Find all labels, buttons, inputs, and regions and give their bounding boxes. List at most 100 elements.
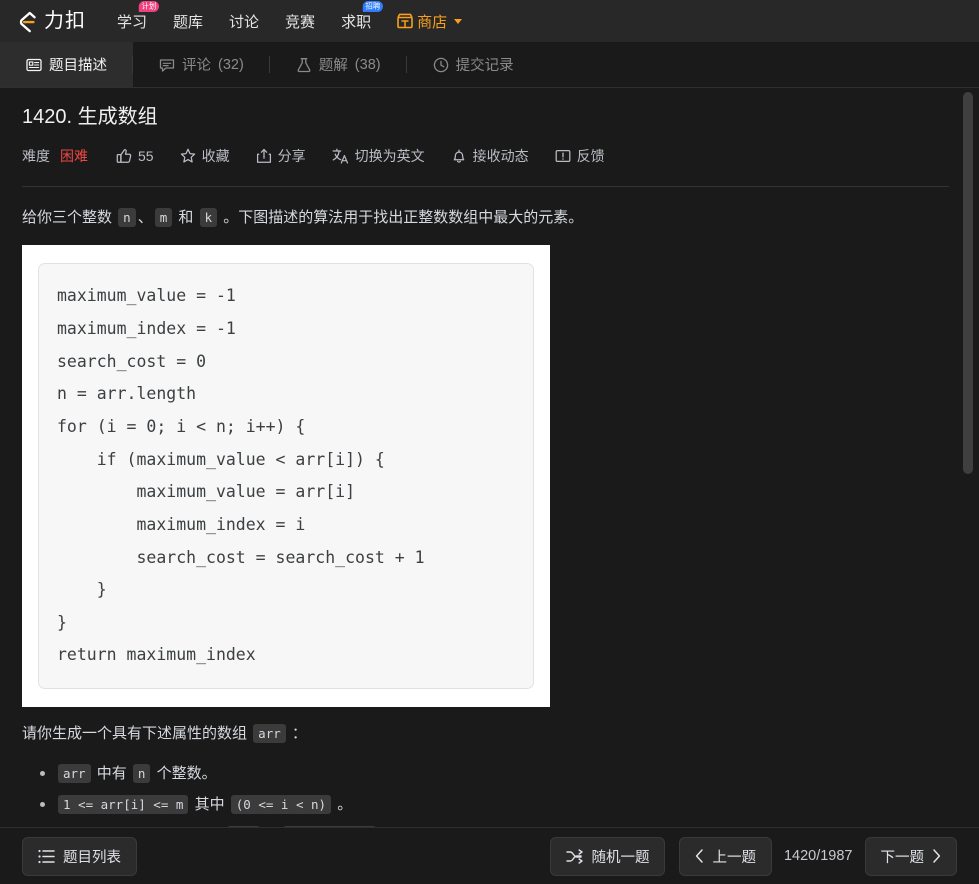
description-icon: [26, 57, 42, 73]
feedback-label: 反馈: [576, 148, 605, 164]
share-label: 分享: [277, 148, 306, 164]
array-properties-list: arr 中有 n 个整数。 1 <= arr[i] <= m 其中 (0 <= …: [22, 761, 949, 827]
nav-item-discuss[interactable]: 讨论: [216, 0, 272, 42]
site-logo-text: 力扣: [44, 10, 86, 32]
problem-content-scroll-area[interactable]: 1420. 生成数组 难度 困难 55 收藏 分享 切换为英文 接收动态 反馈 …: [0, 88, 979, 827]
translate-label: 切换为英文: [354, 148, 425, 164]
subscribe-button[interactable]: 接收动态: [451, 146, 529, 166]
top-navigation-bar: 力扣 学习 计划 题库 讨论 竞赛 求职 招聘 商店: [0, 0, 979, 42]
chevron-left-icon: [695, 849, 704, 863]
inline-code-n: n: [118, 208, 136, 227]
leetcode-logo-icon: [14, 9, 39, 34]
nav-item-store[interactable]: 商店: [384, 0, 475, 42]
problem-meta-row: 难度 困难 55 收藏 分享 切换为英文 接收动态 反馈: [22, 146, 949, 166]
prev-problem-label: 上一题: [712, 849, 756, 866]
comment-icon: [159, 57, 175, 73]
nav-badge-hiring: 招聘: [362, 1, 384, 13]
algorithm-code-card: maximum_value = -1 maximum_index = -1 se…: [38, 263, 534, 690]
section-divider: [22, 186, 949, 187]
random-problem-label: 随机一题: [591, 849, 650, 866]
chevron-right-icon: [932, 849, 941, 863]
algorithm-figure: maximum_value = -1 maximum_index = -1 se…: [22, 245, 550, 708]
list-item: 1 <= arr[i] <= m 其中 (0 <= i < n) 。: [40, 792, 949, 818]
after-suffix: ：: [287, 725, 307, 743]
problem-content: 1420. 生成数组 难度 困难 55 收藏 分享 切换为英文 接收动态 反馈 …: [0, 88, 979, 827]
intro-suffix: 。下图描述的算法用于找出正整数数组中最大的元素。: [219, 209, 584, 226]
random-problem-button[interactable]: 随机一题: [550, 836, 666, 876]
tab-comments[interactable]: 评论 (32): [133, 42, 270, 87]
list-icon: [38, 849, 55, 864]
nav-item-problems-label: 题库: [173, 13, 204, 31]
nav-item-store-label: 商店: [417, 13, 448, 31]
tab-description-label: 题目描述: [49, 58, 107, 74]
array-properties-intro: 请你生成一个具有下述属性的数组 arr ：: [22, 721, 949, 747]
prev-problem-button[interactable]: 上一题: [679, 836, 772, 876]
difficulty-value: 困难: [60, 148, 88, 164]
page-title: 1420. 生成数组: [22, 106, 158, 128]
store-icon: [397, 13, 413, 29]
clock-icon: [433, 57, 449, 73]
feedback-button[interactable]: 反馈: [555, 146, 605, 166]
bullet-text: 。: [333, 796, 353, 814]
translate-button[interactable]: 切换为英文: [332, 146, 425, 166]
bottom-right-group: 随机一题 上一题 1420/1987 下一题: [550, 836, 957, 876]
inline-code-k: k: [199, 208, 218, 227]
nav-item-study[interactable]: 学习 计划: [104, 0, 160, 42]
intro-mid1: 、: [137, 209, 153, 226]
nav-item-study-label: 学习: [117, 13, 148, 31]
problem-pager: 上一题 1420/1987 下一题: [679, 836, 957, 876]
bullet-text: 个整数。: [152, 765, 217, 783]
like-button[interactable]: 55: [116, 148, 154, 164]
like-count: 55: [138, 148, 154, 164]
algorithm-pseudocode: maximum_value = -1 maximum_index = -1 se…: [57, 286, 425, 665]
page-counter: 1420/1987: [783, 848, 853, 864]
flask-icon: [296, 57, 312, 73]
bullet-text: 中有: [92, 765, 131, 783]
bell-icon: [451, 148, 467, 164]
nav-item-jobs[interactable]: 求职 招聘: [328, 0, 384, 42]
next-problem-button[interactable]: 下一题: [864, 836, 957, 876]
inline-code: 1 <= arr[i] <= m: [58, 795, 189, 815]
tab-solutions-count: (38): [354, 56, 381, 73]
tab-submissions-label: 提交记录: [455, 58, 514, 74]
problem-tab-bar: 题目描述 评论 (32) 题解 (38) 提交记录: [0, 42, 979, 88]
tab-solutions-label: 题解: [318, 58, 348, 74]
chevron-down-icon: [454, 18, 463, 24]
bottom-action-bar: 题目列表 随机一题 上一题 1420/1987 下一题: [0, 827, 979, 884]
translate-icon: [332, 148, 349, 164]
tab-solutions[interactable]: 题解 (38): [270, 42, 407, 87]
tab-comments-label: 评论: [182, 58, 211, 74]
inline-code-m: m: [154, 208, 173, 227]
subscribe-label: 接收动态: [472, 148, 529, 164]
favorite-label: 收藏: [201, 148, 230, 164]
site-logo[interactable]: 力扣: [14, 9, 86, 34]
tab-comments-count: (32): [218, 56, 244, 73]
share-icon: [256, 148, 272, 164]
nav-badge-plan: 计划: [138, 1, 160, 13]
problem-list-label: 题目列表: [63, 849, 121, 866]
bullet-text: 其中: [190, 796, 229, 814]
tab-description[interactable]: 题目描述: [0, 42, 133, 87]
list-item: arr 中有 n 个整数。: [40, 761, 949, 787]
thumbs-up-icon: [116, 148, 132, 164]
tab-submissions[interactable]: 提交记录: [407, 42, 540, 87]
inline-code: arr: [58, 764, 91, 784]
nav-item-problems[interactable]: 题库: [160, 0, 216, 42]
leetcode-problem-page: 力扣 学习 计划 题库 讨论 竞赛 求职 招聘 商店 题目描述 评论 (32) …: [0, 0, 979, 884]
nav-items: 学习 计划 题库 讨论 竞赛 求职 招聘 商店: [104, 0, 475, 42]
problem-intro-paragraph: 给你三个整数 n、 m 和 k 。下图描述的算法用于找出正整数数组中最大的元素。: [22, 205, 949, 231]
nav-item-contest[interactable]: 竞赛: [272, 0, 328, 42]
feedback-icon: [555, 148, 571, 164]
problem-list-button[interactable]: 题目列表: [22, 836, 137, 876]
difficulty-label: 难度: [22, 148, 50, 164]
nav-item-contest-label: 竞赛: [285, 13, 316, 31]
intro-prefix: 给你三个整数: [22, 209, 117, 226]
inline-code: n: [132, 764, 151, 784]
nav-item-jobs-label: 求职: [341, 13, 372, 31]
shuffle-icon: [566, 848, 584, 864]
star-icon: [180, 148, 196, 164]
favorite-button[interactable]: 收藏: [180, 146, 230, 166]
after-prefix: 请你生成一个具有下述属性的数组: [22, 725, 252, 743]
share-button[interactable]: 分享: [256, 146, 306, 166]
next-problem-label: 下一题: [880, 849, 925, 866]
